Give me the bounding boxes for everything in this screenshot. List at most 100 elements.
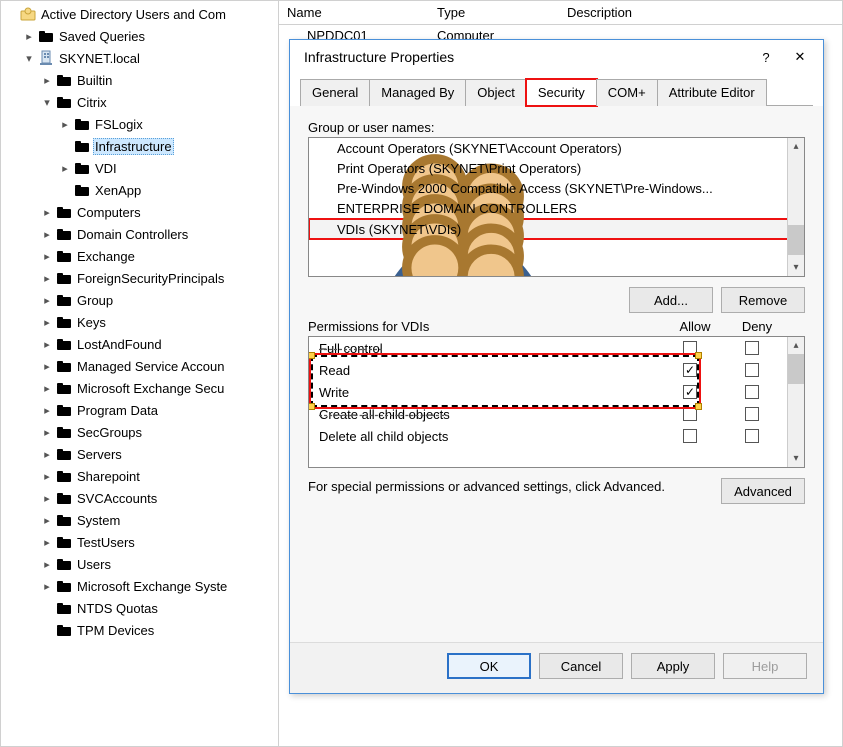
tab-general[interactable]: General xyxy=(300,79,370,106)
scroll-down-icon[interactable]: ▾ xyxy=(788,450,804,467)
collapse-icon[interactable]: ▾ xyxy=(23,52,35,64)
tree-domain-controllers[interactable]: ▸Domain Controllers xyxy=(39,223,278,245)
scrollbar[interactable]: ▴ ▾ xyxy=(787,337,804,467)
perm-label: Write xyxy=(319,385,659,400)
deny-checkbox[interactable] xyxy=(745,341,759,355)
dialog-titlebar[interactable]: Infrastructure Properties ? ✕ xyxy=(290,40,823,74)
expand-icon[interactable]: ▸ xyxy=(41,470,53,482)
tree-label: NTDS Quotas xyxy=(75,601,160,616)
collapse-icon[interactable]: ▾ xyxy=(41,96,53,108)
expand-icon[interactable]: ▸ xyxy=(41,382,53,394)
apply-button[interactable]: Apply xyxy=(631,653,715,679)
deny-column-header: Deny xyxy=(726,319,788,334)
tab-managed-by[interactable]: Managed By xyxy=(369,79,466,106)
tree-program-data[interactable]: ▸Program Data xyxy=(39,399,278,421)
advanced-button[interactable]: Advanced xyxy=(721,478,805,504)
tab-security[interactable]: Security xyxy=(526,79,597,106)
expand-icon[interactable]: ▸ xyxy=(41,294,53,306)
tree-users[interactable]: ▸Users xyxy=(39,553,278,575)
scrollbar[interactable]: ▴ ▾ xyxy=(787,138,804,276)
expand-icon[interactable]: ▸ xyxy=(41,426,53,438)
tree-keys[interactable]: ▸ Keys xyxy=(39,311,278,333)
deny-checkbox[interactable] xyxy=(745,407,759,421)
expand-icon[interactable]: ▸ xyxy=(41,338,53,350)
expand-icon[interactable]: ▸ xyxy=(41,250,53,262)
tree-ms-exchange-system[interactable]: ▸Microsoft Exchange Syste xyxy=(39,575,278,597)
tree-vdi[interactable]: ▸ VDI xyxy=(57,157,278,179)
expand-icon[interactable]: ▸ xyxy=(41,448,53,460)
tree-exchange[interactable]: ▸Exchange xyxy=(39,245,278,267)
principal-row[interactable]: Pre-Windows 2000 Compatible Access (SKYN… xyxy=(309,178,804,198)
expand-icon[interactable]: ▸ xyxy=(41,272,53,284)
tree-testusers[interactable]: ▸TestUsers xyxy=(39,531,278,553)
tree-label: Keys xyxy=(75,315,108,330)
tree-lostandfound[interactable]: ▸LostAndFound xyxy=(39,333,278,355)
deny-checkbox[interactable] xyxy=(745,385,759,399)
expand-icon[interactable]: ▸ xyxy=(41,360,53,372)
tree-svcaccounts[interactable]: ▸SVCAccounts xyxy=(39,487,278,509)
expand-icon[interactable]: ▸ xyxy=(41,206,53,218)
ou-icon xyxy=(56,490,72,506)
expand-icon[interactable]: ▸ xyxy=(41,536,53,548)
cancel-button[interactable]: Cancel xyxy=(539,653,623,679)
tree-system[interactable]: ▸System xyxy=(39,509,278,531)
expand-icon[interactable]: ▸ xyxy=(41,580,53,592)
scroll-thumb[interactable] xyxy=(788,354,804,384)
column-header-description[interactable]: Description xyxy=(559,5,842,20)
remove-button[interactable]: Remove xyxy=(721,287,805,313)
tree-root[interactable]: ▸ Active Directory Users and Com xyxy=(3,3,278,25)
allow-checkbox[interactable] xyxy=(683,429,697,443)
allow-checkbox[interactable] xyxy=(683,385,697,399)
principal-row-selected[interactable]: VDIs (SKYNET\VDIs) xyxy=(308,218,804,240)
tree-secgroups[interactable]: ▸SecGroups xyxy=(39,421,278,443)
expand-icon[interactable]: ▸ xyxy=(41,404,53,416)
tree-sharepoint[interactable]: ▸Sharepoint xyxy=(39,465,278,487)
group-user-list[interactable]: Account Operators (SKYNET\Account Operat… xyxy=(308,137,805,277)
expand-icon[interactable]: ▸ xyxy=(59,118,71,130)
scroll-thumb[interactable] xyxy=(788,225,804,255)
scroll-up-icon[interactable]: ▴ xyxy=(788,337,804,354)
column-header-name[interactable]: Name xyxy=(279,5,429,20)
scroll-down-icon[interactable]: ▾ xyxy=(788,259,804,276)
expand-icon[interactable]: ▸ xyxy=(59,162,71,174)
expand-icon[interactable]: ▸ xyxy=(41,316,53,328)
help-button[interactable]: Help xyxy=(723,653,807,679)
tree-servers[interactable]: ▸ Servers xyxy=(39,443,278,465)
ok-button[interactable]: OK xyxy=(447,653,531,679)
tree-xenapp[interactable]: ▸ XenApp xyxy=(57,179,278,201)
tree-managed-service-accounts[interactable]: ▸Managed Service Accoun xyxy=(39,355,278,377)
tree-infrastructure[interactable]: ▸ Infrastructure xyxy=(57,135,278,157)
principal-row[interactable]: ENTERPRISE DOMAIN CONTROLLERS xyxy=(309,198,804,218)
add-button[interactable]: Add... xyxy=(629,287,713,313)
tab-object[interactable]: Object xyxy=(465,79,527,106)
expand-icon[interactable]: ▸ xyxy=(41,514,53,526)
tree-fsp[interactable]: ▸ForeignSecurityPrincipals xyxy=(39,267,278,289)
tab-com-plus[interactable]: COM+ xyxy=(596,79,658,106)
allow-checkbox[interactable] xyxy=(683,363,697,377)
tree-saved-queries[interactable]: ▸ Saved Queries xyxy=(21,25,278,47)
deny-checkbox[interactable] xyxy=(745,363,759,377)
tree-label: Servers xyxy=(75,447,124,462)
expand-icon[interactable]: ▸ xyxy=(41,492,53,504)
tab-attribute-editor[interactable]: Attribute Editor xyxy=(657,79,767,106)
tree-builtin[interactable]: ▸ Builtin xyxy=(39,69,278,91)
tree-domain-skynet[interactable]: ▾ SKYNET.local xyxy=(21,47,278,69)
tree-computers[interactable]: ▸Computers xyxy=(39,201,278,223)
expand-icon[interactable]: ▸ xyxy=(41,228,53,240)
expand-icon[interactable]: ▸ xyxy=(23,30,35,42)
tree-citrix[interactable]: ▾ Citrix xyxy=(39,91,278,113)
tree-group[interactable]: ▸Group xyxy=(39,289,278,311)
principal-row[interactable]: Account Operators (SKYNET\Account Operat… xyxy=(309,138,804,158)
help-button[interactable]: ? xyxy=(749,43,783,71)
scroll-up-icon[interactable]: ▴ xyxy=(788,138,804,155)
tree-ntds-quotas[interactable]: ▸NTDS Quotas xyxy=(39,597,278,619)
expand-icon[interactable]: ▸ xyxy=(41,74,53,86)
tree-fslogix[interactable]: ▸ FSLogix xyxy=(57,113,278,135)
principal-row[interactable]: Print Operators (SKYNET\Print Operators) xyxy=(309,158,804,178)
tree-tpm-devices[interactable]: ▸TPM Devices xyxy=(39,619,278,641)
column-header-type[interactable]: Type xyxy=(429,5,559,20)
close-button[interactable]: ✕ xyxy=(783,43,817,71)
tree-ms-exchange-security[interactable]: ▸Microsoft Exchange Secu xyxy=(39,377,278,399)
expand-icon[interactable]: ▸ xyxy=(41,558,53,570)
deny-checkbox[interactable] xyxy=(745,429,759,443)
